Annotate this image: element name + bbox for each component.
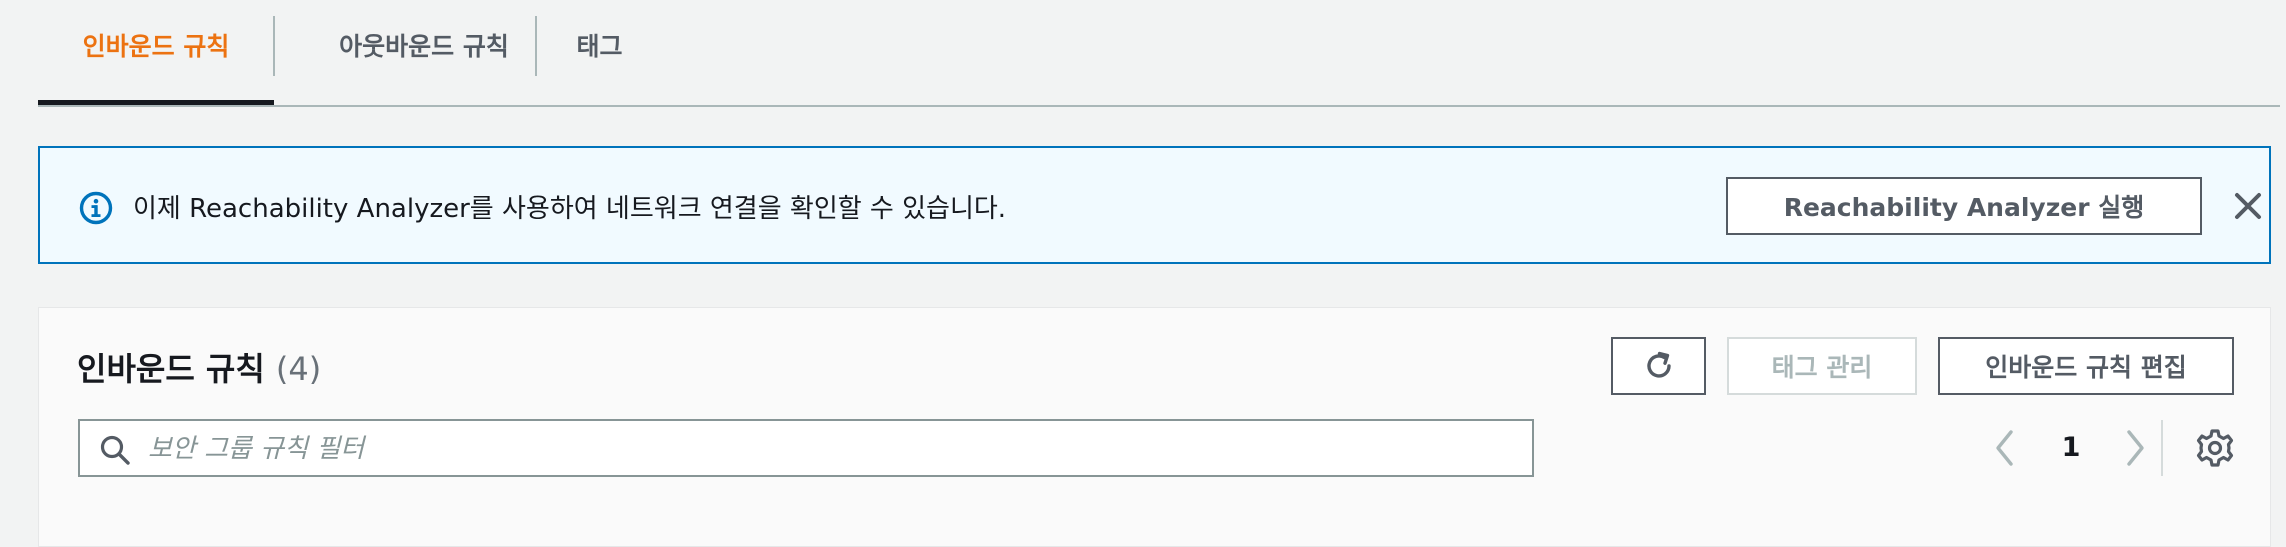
tab-tags[interactable]: 태그 (537, 0, 662, 90)
chevron-right-icon[interactable] (2121, 426, 2151, 470)
rule-filter-search (78, 419, 1534, 477)
banner-message: 이제 Reachability Analyzer를 사용하여 네트워크 연결을 … (133, 194, 1007, 224)
active-tab-indicator (38, 100, 274, 105)
edit-inbound-rules-button[interactable]: 인바운드 규칙 편집 (1938, 337, 2234, 395)
inbound-rules-panel: 인바운드 규칙 (4) 태그 관리 인바운드 규칙 편집 1 (38, 307, 2271, 547)
gear-icon[interactable] (2194, 427, 2236, 469)
info-icon (79, 191, 113, 225)
panel-title-text: 인바운드 규칙 (77, 350, 265, 388)
tab-inbound-rules[interactable]: 인바운드 규칙 (38, 0, 274, 90)
pagination-divider (2161, 420, 2163, 476)
search-input[interactable] (146, 427, 1510, 471)
run-reachability-analyzer-button[interactable]: Reachability Analyzer 실행 (1726, 177, 2202, 235)
tab-outbound-rules[interactable]: 아웃바운드 규칙 (275, 0, 573, 90)
search-icon (100, 435, 130, 465)
tab-label: 아웃바운드 규칙 (339, 32, 509, 61)
tab-bar: 인바운드 규칙 아웃바운드 규칙 태그 (38, 0, 2280, 107)
info-banner: 이제 Reachability Analyzer를 사용하여 네트워크 연결을 … (38, 146, 2271, 264)
close-icon[interactable] (2230, 188, 2266, 224)
refresh-icon (1646, 351, 1671, 378)
chevron-left-icon[interactable] (1989, 426, 2019, 470)
panel-title: 인바운드 규칙 (4) (77, 344, 321, 390)
tab-label: 인바운드 규칙 (82, 32, 230, 61)
manage-tags-button[interactable]: 태그 관리 (1727, 337, 1917, 395)
tab-label: 태그 (576, 32, 623, 61)
current-page-number[interactable]: 1 (2054, 426, 2088, 470)
refresh-button[interactable] (1611, 337, 1706, 395)
rule-count: (4) (275, 350, 322, 388)
